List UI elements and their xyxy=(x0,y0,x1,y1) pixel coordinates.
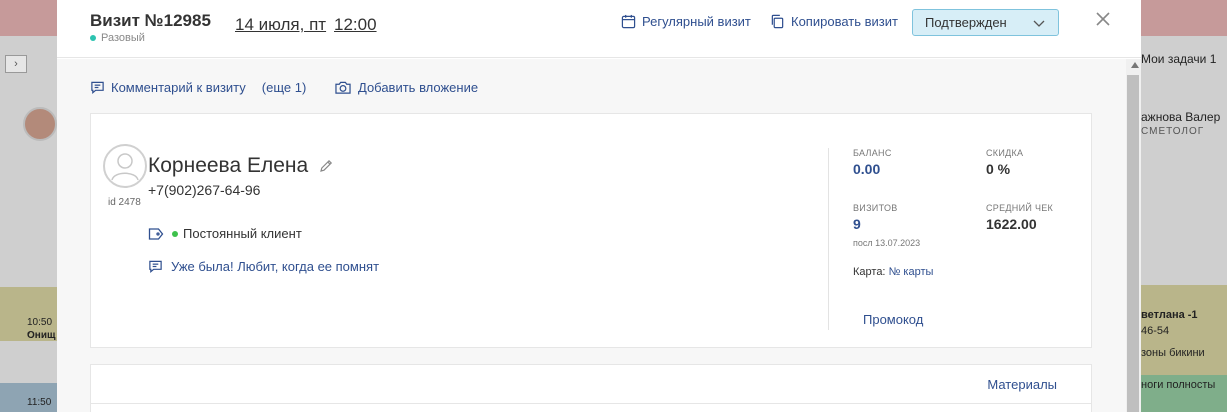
user-icon xyxy=(111,153,139,181)
stat-balance-value[interactable]: 0.00 xyxy=(853,161,892,177)
stat-avg-check: СРЕДНИЙ ЧЕК 1622.00 xyxy=(986,203,1053,232)
visit-type: Разовый xyxy=(90,32,145,44)
comment-icon xyxy=(149,260,162,273)
visit-comment-label: Комментарий к визиту xyxy=(111,80,246,95)
background-appointment-service: зоны бикини xyxy=(1141,347,1205,359)
background-avatar xyxy=(23,107,57,141)
background-master-name: ажнова Валер xyxy=(1141,110,1221,124)
promo-code-link[interactable]: Промокод xyxy=(863,312,923,327)
visit-status-value: Подтвержден xyxy=(925,15,1007,30)
background-appointment-card: 11:50 - xyxy=(0,383,57,412)
add-attachment-button[interactable]: Добавить вложение xyxy=(334,80,478,95)
scroll-up-arrow-icon[interactable] xyxy=(1131,62,1139,68)
comment-icon xyxy=(91,81,104,94)
background-appointment-name: ветлана -1 xyxy=(1141,309,1198,321)
stats-divider xyxy=(828,148,829,330)
camera-icon xyxy=(335,81,351,94)
background-appointment-service: ноги полносты xyxy=(1141,379,1216,391)
tag-icon xyxy=(148,227,164,240)
client-name[interactable]: Корнеева Елена xyxy=(148,154,308,178)
regular-visit-button[interactable]: Регулярный визит xyxy=(621,14,751,29)
client-tag-dot xyxy=(172,230,178,237)
visit-type-dot xyxy=(90,35,96,41)
visit-modal: Визит №12985 Разовый 14 июля, пт 12:00 Р… xyxy=(57,0,1141,412)
calendar-icon xyxy=(621,14,636,29)
client-note-row[interactable]: Уже была! Любит, когда ее помнят xyxy=(148,259,379,274)
scrollbar-thumb[interactable] xyxy=(1127,75,1139,412)
stat-visits-value[interactable]: 9 xyxy=(853,216,920,232)
visit-time-link[interactable]: 12:00 xyxy=(334,15,377,35)
stat-visits-last: посл 13.07.2023 xyxy=(853,238,921,248)
client-id: id 2478 xyxy=(108,197,141,208)
add-attachment-label: Добавить вложение xyxy=(358,80,479,95)
client-card-number-row: Карта: № карты xyxy=(853,266,933,278)
background-appointment-card: 10:50 - Онищ xyxy=(0,287,57,341)
background-appointment-card: ноги полносты xyxy=(1141,375,1227,412)
background-appointment-card: ветлана -1 46-54 зоны бикини xyxy=(1141,285,1227,375)
background-appointment-time: 11:50 - xyxy=(27,397,52,412)
card-number-link[interactable]: № карты xyxy=(889,266,934,278)
materials-panel: Материалы xyxy=(90,364,1092,412)
chevron-down-icon xyxy=(1033,20,1045,27)
comment-more-count[interactable]: (еще 1) xyxy=(262,80,307,95)
stat-balance: БАЛАНС 0.00 xyxy=(853,148,892,177)
client-name-row: Корнеева Елена xyxy=(148,154,334,178)
copy-visit-label: Копировать визит xyxy=(791,14,898,29)
visit-type-label: Разовый xyxy=(101,32,145,44)
copy-visit-button[interactable]: Копировать визит xyxy=(770,14,898,29)
stat-discount-label: СКИДКА xyxy=(986,148,1024,158)
visit-title: Визит №12985 xyxy=(90,11,211,30)
background-appointment-phone: 46-54 xyxy=(1141,325,1170,337)
stat-discount: СКИДКА 0 % xyxy=(986,148,1023,177)
materials-divider xyxy=(91,403,1091,404)
client-card: id 2478 Корнеева Елена +7(902)267-64-96 … xyxy=(90,113,1092,348)
visit-date-link[interactable]: 14 июля, пт xyxy=(235,15,326,35)
chevron-right-icon: › xyxy=(5,55,27,73)
stat-visits: ВИЗИТОВ 9 посл 13.07.2023 xyxy=(853,203,920,248)
visit-comment-link[interactable]: Комментарий к визиту (еще 1) xyxy=(90,80,306,95)
stat-discount-value: 0 % xyxy=(986,161,1011,177)
copy-icon xyxy=(771,14,784,29)
stat-balance-label: БАЛАНС xyxy=(853,148,892,158)
modal-header: Визит №12985 Разовый 14 июля, пт 12:00 Р… xyxy=(57,0,1141,58)
stat-visits-label: ВИЗИТОВ xyxy=(853,203,898,213)
client-avatar xyxy=(103,144,147,188)
client-tag-label: Постоянный клиент xyxy=(183,226,302,241)
background-my-tasks: Мои задачи 1 xyxy=(1141,52,1217,66)
close-icon[interactable] xyxy=(1092,8,1114,30)
client-phone[interactable]: +7(902)267-64-96 xyxy=(148,182,260,198)
pencil-icon[interactable] xyxy=(318,158,334,174)
visit-status-select[interactable]: Подтвержден xyxy=(912,9,1059,36)
stat-avg-check-value: 1622.00 xyxy=(986,216,1037,232)
background-master-role: СМЕТОЛОГ xyxy=(1141,126,1205,137)
background-appointment-name: Онищ xyxy=(27,330,56,341)
regular-visit-label: Регулярный визит xyxy=(642,14,751,29)
card-label: Карта: xyxy=(853,266,886,278)
materials-link[interactable]: Материалы xyxy=(987,377,1057,392)
stat-avg-check-label: СРЕДНИЙ ЧЕК xyxy=(986,203,1054,213)
background-left-column xyxy=(0,36,57,412)
client-note-text: Уже была! Любит, когда ее помнят xyxy=(171,259,380,274)
client-tag-row[interactable]: Постоянный клиент xyxy=(148,226,302,241)
